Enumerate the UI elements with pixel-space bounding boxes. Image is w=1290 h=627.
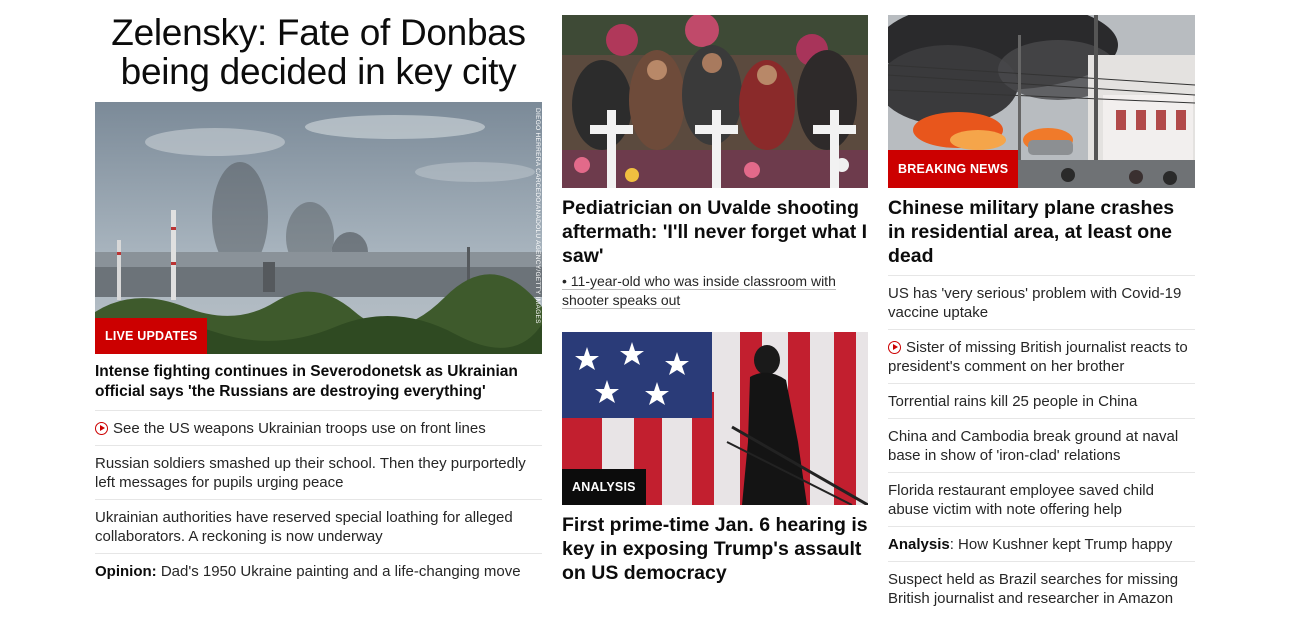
jan6-story-title: First prime-time Jan. 6 hearing is key i…	[562, 514, 868, 584]
photo-credit: DIEGO HERRERA CARCEDO/ANADOLU AGENCY/GET…	[534, 108, 541, 324]
uvalde-bullet: • 11-year-old who was inside classroom w…	[562, 272, 868, 310]
ukraine-related-list: See the US weapons Ukrainian troops use …	[95, 410, 542, 588]
list-item[interactable]: Sister of missing British journalist rea…	[888, 329, 1195, 383]
list-item[interactable]: Torrential rains kill 25 people in China	[888, 383, 1195, 418]
plane-crash-photo[interactable]: BREAKING NEWS	[888, 15, 1195, 188]
play-icon	[888, 341, 901, 354]
list-item-text: Suspect held as Brazil searches for miss…	[888, 571, 1179, 607]
uvalde-bullet-link[interactable]: • 11-year-old who was inside classroom w…	[562, 272, 868, 310]
analysis-badge: ANALYSIS	[562, 469, 646, 505]
list-item[interactable]: See the US weapons Ukrainian troops use …	[95, 410, 542, 445]
main-headline: Zelensky: Fate of Donbas being decided i…	[111, 12, 526, 92]
list-item-text: Torrential rains kill 25 people in China	[888, 393, 1138, 410]
list-item[interactable]: US has 'very serious' problem with Covid…	[888, 275, 1195, 329]
uvalde-bullet-text: • 11-year-old who was inside classroom w…	[562, 273, 836, 309]
trump-photo[interactable]: ANALYSIS	[562, 332, 868, 505]
severodonetsk-image	[95, 102, 542, 354]
column-right: BREAKING NEWS Chinese military plane cra…	[888, 0, 1195, 615]
lead-story-link[interactable]: Intense fighting continues in Severodone…	[95, 362, 542, 410]
list-item-text: : How Kushner kept Trump happy	[949, 536, 1173, 553]
uvalde-photo[interactable]	[562, 15, 868, 188]
list-item-text: Ukrainian authorities have reserved spec…	[95, 509, 513, 545]
list-item-text: Russian soldiers smashed up their school…	[95, 455, 526, 491]
column-middle: Pediatrician on Uvalde shooting aftermat…	[562, 0, 868, 585]
list-item[interactable]: Ukrainian authorities have reserved spec…	[95, 499, 542, 553]
main-headline-link[interactable]: Zelensky: Fate of Donbas being decided i…	[95, 13, 542, 91]
list-item[interactable]: Opinion: Dad's 1950 Ukraine painting and…	[95, 553, 542, 588]
list-item-text: See the US weapons Ukrainian troops use …	[113, 420, 486, 437]
list-item-text: Florida restaurant employee saved child …	[888, 482, 1154, 518]
analysis-label: Analysis	[888, 536, 950, 553]
list-item[interactable]: Russian soldiers smashed up their school…	[95, 445, 542, 499]
list-item-text: China and Cambodia break ground at naval…	[888, 428, 1179, 464]
list-item[interactable]: Florida restaurant employee saved child …	[888, 472, 1195, 526]
right-headlines-list: US has 'very serious' problem with Covid…	[888, 275, 1195, 615]
lead-story-title: Intense fighting continues in Severodone…	[95, 363, 518, 400]
plane-story-link[interactable]: Chinese military plane crashes in reside…	[888, 196, 1195, 275]
jan6-story-link[interactable]: First prime-time Jan. 6 hearing is key i…	[562, 513, 868, 585]
live-updates-badge: LIVE UPDATES	[95, 318, 208, 354]
list-item-text: US has 'very serious' problem with Covid…	[888, 285, 1182, 321]
uvalde-story-title: Pediatrician on Uvalde shooting aftermat…	[562, 197, 868, 267]
play-icon	[95, 422, 108, 435]
column-ukraine: Zelensky: Fate of Donbas being decided i…	[95, 0, 542, 588]
list-item[interactable]: Suspect held as Brazil searches for miss…	[888, 561, 1195, 615]
plane-story-title: Chinese military plane crashes in reside…	[888, 197, 1175, 267]
uvalde-memorial-image	[562, 15, 868, 188]
uvalde-story-link[interactable]: Pediatrician on Uvalde shooting aftermat…	[562, 196, 868, 268]
list-item-text: Sister of missing British journalist rea…	[888, 339, 1188, 375]
list-item-text: Dad's 1950 Ukraine painting and a life-c…	[156, 563, 521, 580]
list-item[interactable]: Analysis: How Kushner kept Trump happy	[888, 526, 1195, 561]
list-item[interactable]: China and Cambodia break ground at naval…	[888, 418, 1195, 472]
breaking-news-badge: BREAKING NEWS	[888, 150, 1019, 188]
opinion-label: Opinion:	[95, 563, 157, 580]
severodonetsk-photo[interactable]: DIEGO HERRERA CARCEDO/ANADOLU AGENCY/GET…	[95, 102, 542, 354]
